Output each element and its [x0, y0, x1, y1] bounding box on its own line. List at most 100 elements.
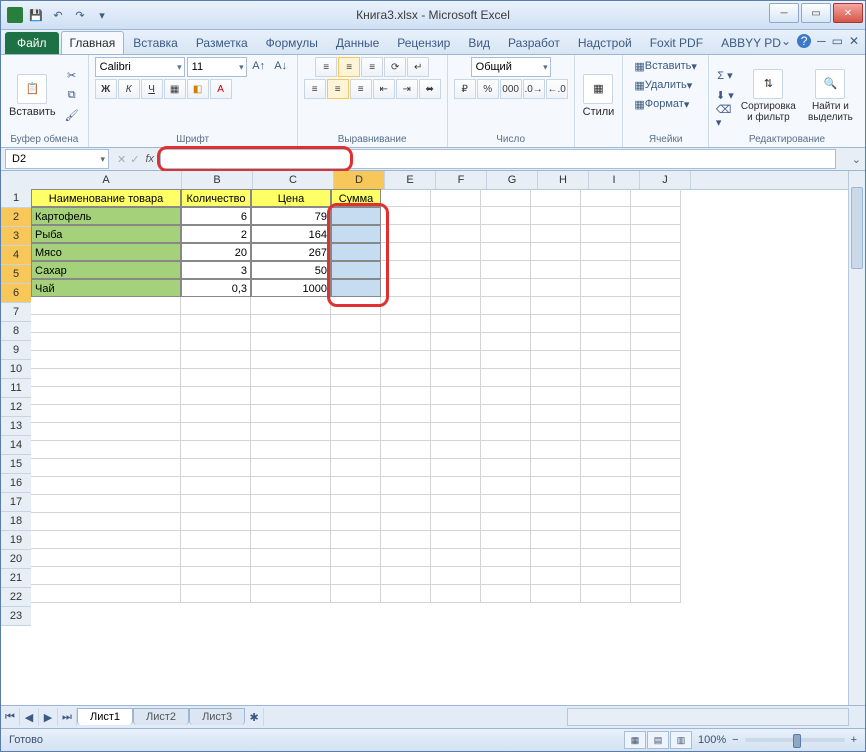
empty-cell[interactable] [581, 189, 631, 207]
font-color-button[interactable]: A [210, 79, 232, 99]
empty-cell[interactable] [31, 531, 181, 549]
empty-cell[interactable] [31, 567, 181, 585]
empty-cell[interactable] [531, 297, 581, 315]
empty-cell[interactable] [531, 513, 581, 531]
zoom-in-icon[interactable]: + [851, 734, 857, 746]
empty-cell[interactable] [581, 279, 631, 297]
data-cell[interactable] [331, 279, 381, 297]
empty-cell[interactable] [431, 207, 481, 225]
empty-cell[interactable] [531, 567, 581, 585]
formula-bar[interactable] [160, 149, 836, 169]
empty-cell[interactable] [631, 297, 681, 315]
empty-cell[interactable] [381, 243, 431, 261]
zoom-level[interactable]: 100% [698, 734, 726, 746]
ribbon-tab-0[interactable]: Главная [61, 31, 125, 54]
workbook-close-icon[interactable]: ✕ [849, 34, 859, 48]
empty-cell[interactable] [331, 423, 381, 441]
empty-cell[interactable] [181, 441, 251, 459]
empty-cell[interactable] [331, 387, 381, 405]
empty-cell[interactable] [431, 459, 481, 477]
empty-cell[interactable] [481, 585, 531, 603]
decrease-decimal-icon[interactable]: ←.0 [546, 79, 568, 99]
row-header-3[interactable]: 3 [1, 227, 31, 246]
empty-cell[interactable] [581, 423, 631, 441]
empty-cell[interactable] [481, 459, 531, 477]
align-top-icon[interactable]: ≡ [315, 57, 337, 77]
empty-cell[interactable] [181, 333, 251, 351]
empty-cell[interactable] [581, 225, 631, 243]
empty-cell[interactable] [531, 585, 581, 603]
empty-cell[interactable] [631, 243, 681, 261]
empty-cell[interactable] [31, 297, 181, 315]
empty-cell[interactable] [631, 207, 681, 225]
empty-cell[interactable] [331, 549, 381, 567]
empty-cell[interactable] [181, 567, 251, 585]
maximize-button[interactable]: ▭ [801, 3, 831, 23]
empty-cell[interactable] [181, 459, 251, 477]
empty-cell[interactable] [331, 315, 381, 333]
empty-cell[interactable] [481, 477, 531, 495]
empty-cell[interactable] [331, 441, 381, 459]
empty-cell[interactable] [381, 567, 431, 585]
empty-cell[interactable] [181, 315, 251, 333]
empty-cell[interactable] [331, 459, 381, 477]
data-cell[interactable]: Рыба [31, 225, 181, 243]
cancel-formula-icon[interactable]: ✕ [117, 153, 126, 166]
empty-cell[interactable] [531, 459, 581, 477]
empty-cell[interactable] [481, 207, 531, 225]
sheet-nav-next-icon[interactable]: ▶ [39, 708, 58, 726]
empty-cell[interactable] [581, 333, 631, 351]
empty-cell[interactable] [431, 495, 481, 513]
empty-cell[interactable] [381, 279, 431, 297]
empty-cell[interactable] [631, 387, 681, 405]
border-button[interactable]: ▦ [164, 79, 186, 99]
bold-button[interactable]: Ж [95, 79, 117, 99]
indent-increase-icon[interactable]: ⇥ [396, 79, 418, 99]
empty-cell[interactable] [581, 531, 631, 549]
empty-cell[interactable] [251, 549, 331, 567]
col-header-A[interactable]: A [31, 171, 182, 189]
ribbon-tab-5[interactable]: Рецензир [388, 31, 459, 54]
workbook-minimize-icon[interactable]: ─ [817, 34, 826, 48]
indent-decrease-icon[interactable]: ⇤ [373, 79, 395, 99]
worksheet-grid[interactable]: ABCDEFGHIJ 12345678910111213141516171819… [1, 171, 865, 705]
font-name-combo[interactable]: Calibri [95, 57, 185, 77]
empty-cell[interactable] [331, 351, 381, 369]
row-header-8[interactable]: 8 [1, 322, 31, 341]
empty-cell[interactable] [251, 315, 331, 333]
empty-cell[interactable] [251, 477, 331, 495]
ribbon-tab-4[interactable]: Данные [327, 31, 388, 54]
data-cell[interactable]: Сахар [31, 261, 181, 279]
empty-cell[interactable] [531, 495, 581, 513]
row-header-7[interactable]: 7 [1, 303, 31, 322]
comma-icon[interactable]: 000 [500, 79, 522, 99]
empty-cell[interactable] [381, 225, 431, 243]
ribbon-tab-7[interactable]: Разработ [499, 31, 569, 54]
empty-cell[interactable] [381, 189, 431, 207]
empty-cell[interactable] [631, 585, 681, 603]
empty-cell[interactable] [581, 369, 631, 387]
empty-cell[interactable] [481, 441, 531, 459]
empty-cell[interactable] [631, 261, 681, 279]
align-right-icon[interactable]: ≡ [350, 79, 372, 99]
grow-font-icon[interactable]: A↑ [249, 57, 269, 75]
empty-cell[interactable] [481, 567, 531, 585]
row-header-2[interactable]: 2 [1, 208, 31, 227]
empty-cell[interactable] [631, 459, 681, 477]
empty-cell[interactable] [581, 387, 631, 405]
insert-cells-button[interactable]: ▦ Вставить ▾ [629, 57, 702, 75]
empty-cell[interactable] [581, 477, 631, 495]
empty-cell[interactable] [431, 351, 481, 369]
col-header-H[interactable]: H [538, 171, 589, 189]
row-header-23[interactable]: 23 [1, 607, 31, 626]
empty-cell[interactable] [531, 531, 581, 549]
header-cell[interactable]: Цена [251, 189, 331, 207]
copy-icon[interactable]: ⧉ [62, 87, 82, 105]
data-cell[interactable]: 3 [181, 261, 251, 279]
empty-cell[interactable] [251, 351, 331, 369]
cut-icon[interactable]: ✂ [62, 67, 82, 85]
data-cell[interactable]: 267 [251, 243, 331, 261]
empty-cell[interactable] [581, 585, 631, 603]
expand-formula-icon[interactable]: ⌄ [852, 153, 861, 166]
data-cell[interactable]: 164 [251, 225, 331, 243]
